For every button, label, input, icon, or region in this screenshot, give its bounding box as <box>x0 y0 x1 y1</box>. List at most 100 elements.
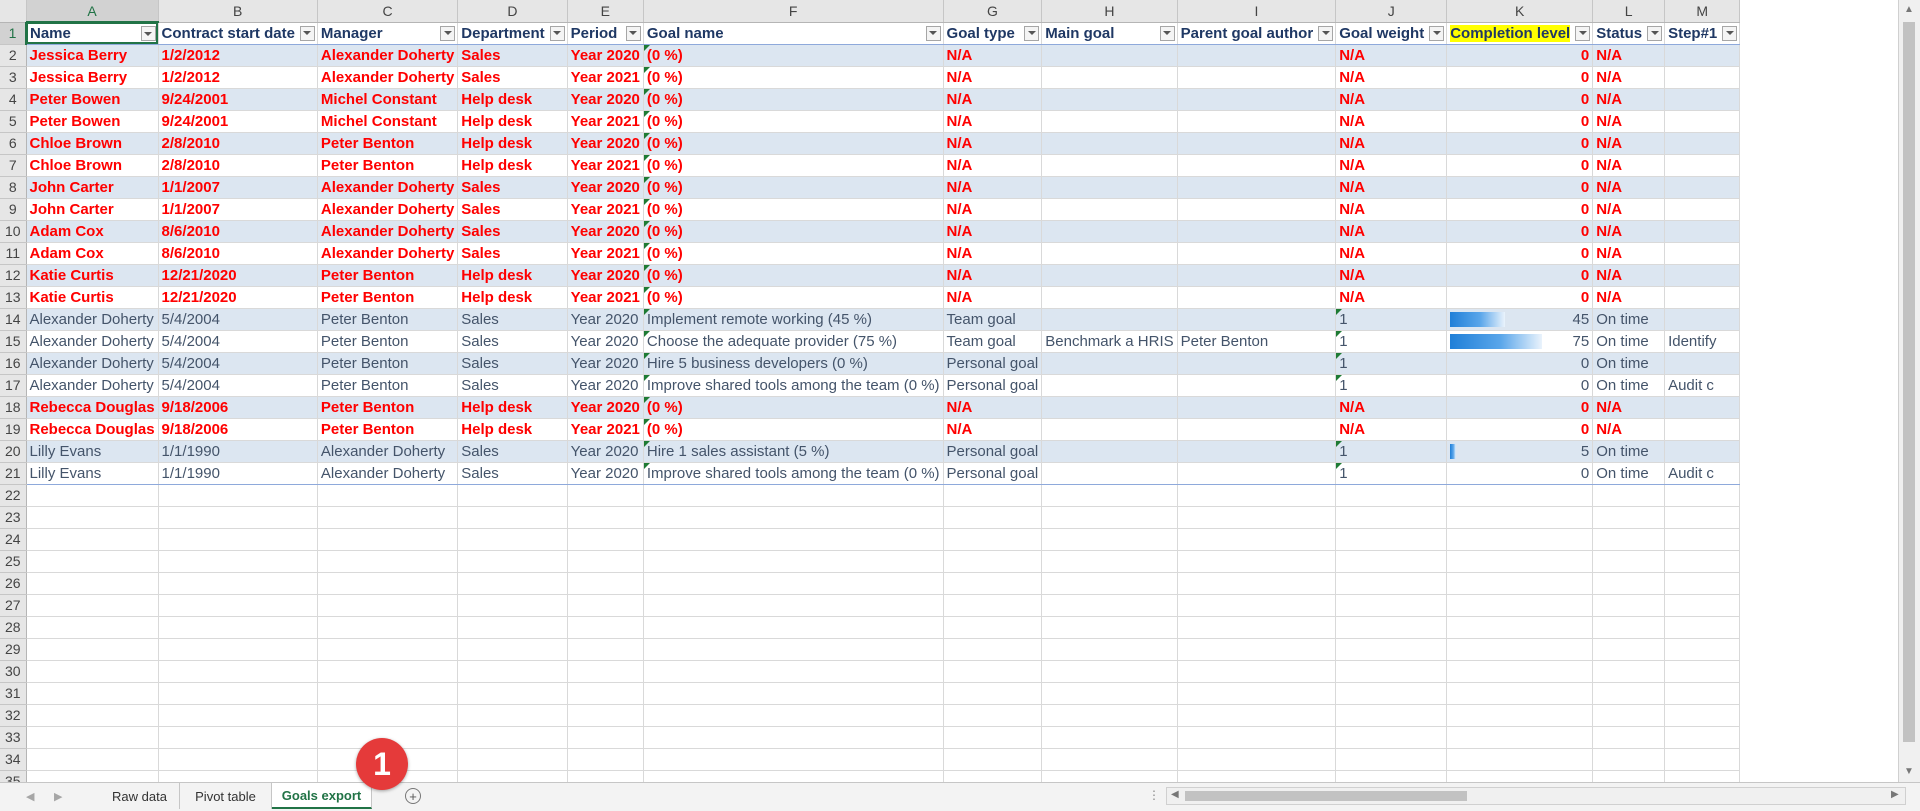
table-cell[interactable] <box>1177 352 1337 375</box>
table-cell[interactable] <box>1041 66 1178 89</box>
empty-cell[interactable] <box>26 594 159 617</box>
row-number[interactable]: 9 <box>0 198 27 221</box>
table-cell[interactable]: Choose the adequate provider (75 %) <box>643 330 944 353</box>
table-cell[interactable]: Year 2021 <box>567 198 644 221</box>
row-number[interactable]: 12 <box>0 264 27 287</box>
table-cell[interactable]: N/A <box>943 396 1043 419</box>
empty-cell[interactable] <box>26 572 159 595</box>
empty-cell[interactable] <box>643 638 944 661</box>
table-cell[interactable]: (0 %) <box>643 198 944 221</box>
table-cell[interactable]: Year 2020 <box>567 264 644 287</box>
table-cell[interactable] <box>1041 44 1178 67</box>
table-cell[interactable] <box>1664 198 1741 221</box>
empty-cell[interactable] <box>643 484 944 507</box>
table-cell[interactable]: Help desk <box>457 418 568 441</box>
table-cell[interactable]: 1 <box>1335 374 1448 397</box>
empty-cell[interactable] <box>1664 616 1741 639</box>
table-cell[interactable]: 1 <box>1335 308 1448 331</box>
table-cell[interactable] <box>1664 154 1741 177</box>
table-cell[interactable]: 0 <box>1446 352 1594 375</box>
table-cell[interactable] <box>1177 154 1337 177</box>
empty-cell[interactable] <box>26 506 159 529</box>
table-cell[interactable]: Michel Constant <box>317 88 459 111</box>
empty-cell[interactable] <box>1664 572 1741 595</box>
empty-cell[interactable] <box>1592 726 1666 749</box>
column-header-h[interactable]: H <box>1041 0 1178 23</box>
row-number[interactable]: 26 <box>0 572 27 595</box>
table-cell[interactable]: Peter Benton <box>317 374 459 397</box>
row-number[interactable]: 29 <box>0 638 27 661</box>
empty-cell[interactable] <box>567 572 644 595</box>
table-cell[interactable]: N/A <box>943 44 1043 67</box>
empty-cell[interactable] <box>1592 572 1666 595</box>
table-cell[interactable]: Peter Benton <box>317 286 459 309</box>
table-cell[interactable]: 0 <box>1446 110 1594 133</box>
table-cell[interactable]: N/A <box>1592 220 1666 243</box>
table-cell[interactable] <box>1041 440 1178 463</box>
empty-cell[interactable] <box>943 682 1043 705</box>
empty-cell[interactable] <box>317 682 459 705</box>
empty-cell[interactable] <box>317 704 459 727</box>
empty-cell[interactable] <box>567 682 644 705</box>
table-cell[interactable]: 0 <box>1446 176 1594 199</box>
empty-cell[interactable] <box>26 616 159 639</box>
table-cell[interactable]: Katie Curtis <box>26 286 159 309</box>
empty-cell[interactable] <box>1041 704 1178 727</box>
table-cell[interactable] <box>1664 440 1741 463</box>
row-number[interactable]: 19 <box>0 418 27 441</box>
table-cell[interactable] <box>1041 154 1178 177</box>
column-header-i[interactable]: I <box>1177 0 1337 23</box>
row-number[interactable]: 24 <box>0 528 27 551</box>
table-cell[interactable]: 5 <box>1446 440 1594 463</box>
empty-cell[interactable] <box>1177 638 1337 661</box>
empty-cell[interactable] <box>643 506 944 529</box>
horizontal-scrollbar[interactable]: ◀ ▶ <box>1166 787 1906 805</box>
empty-cell[interactable] <box>643 726 944 749</box>
vertical-scroll-thumb[interactable] <box>1903 22 1915 742</box>
table-cell[interactable]: Year 2021 <box>567 154 644 177</box>
table-cell[interactable]: Alexander Doherty <box>26 374 159 397</box>
table-cell[interactable]: Adam Cox <box>26 242 159 265</box>
empty-cell[interactable] <box>317 594 459 617</box>
table-cell[interactable]: Rebecca Douglas <box>26 396 159 419</box>
table-cell[interactable]: Help desk <box>457 132 568 155</box>
table-cell[interactable]: N/A <box>1592 132 1666 155</box>
table-cell[interactable]: Sales <box>457 352 568 375</box>
table-cell[interactable]: 75 <box>1446 330 1594 353</box>
empty-cell[interactable] <box>1446 770 1594 782</box>
table-cell[interactable]: Year 2020 <box>567 374 644 397</box>
row-number[interactable]: 18 <box>0 396 27 419</box>
empty-cell[interactable] <box>457 660 568 683</box>
table-cell[interactable]: Help desk <box>457 396 568 419</box>
table-cell[interactable] <box>1177 286 1337 309</box>
empty-cell[interactable] <box>567 748 644 771</box>
table-cell[interactable]: Chloe Brown <box>26 132 159 155</box>
empty-cell[interactable] <box>158 550 318 573</box>
empty-cell[interactable] <box>1446 594 1594 617</box>
table-cell[interactable]: (0 %) <box>643 418 944 441</box>
scroll-up-icon[interactable]: ▲ <box>1904 4 1914 15</box>
table-cell[interactable]: Help desk <box>457 154 568 177</box>
empty-cell[interactable] <box>317 528 459 551</box>
empty-cell[interactable] <box>1177 616 1337 639</box>
table-cell[interactable]: Year 2020 <box>567 176 644 199</box>
empty-cell[interactable] <box>1446 704 1594 727</box>
column-header-c[interactable]: C <box>317 0 459 23</box>
table-cell[interactable] <box>1041 308 1178 331</box>
row-number[interactable]: 16 <box>0 352 27 375</box>
table-cell[interactable]: On time <box>1592 330 1666 353</box>
table-cell[interactable]: N/A <box>1592 198 1666 221</box>
table-cell[interactable]: Alexander Doherty <box>317 440 459 463</box>
empty-cell[interactable] <box>457 506 568 529</box>
empty-cell[interactable] <box>1335 594 1448 617</box>
table-cell[interactable] <box>1041 374 1178 397</box>
table-cell[interactable] <box>1664 44 1741 67</box>
table-cell[interactable]: N/A <box>1335 264 1448 287</box>
empty-cell[interactable] <box>1592 550 1666 573</box>
table-cell[interactable]: Benchmark a HRIS <box>1041 330 1178 353</box>
empty-cell[interactable] <box>1335 528 1448 551</box>
table-cell[interactable] <box>1041 220 1178 243</box>
row-number[interactable]: 6 <box>0 132 27 155</box>
header-cell[interactable]: Completion level <box>1446 22 1594 45</box>
table-cell[interactable]: Year 2021 <box>567 110 644 133</box>
